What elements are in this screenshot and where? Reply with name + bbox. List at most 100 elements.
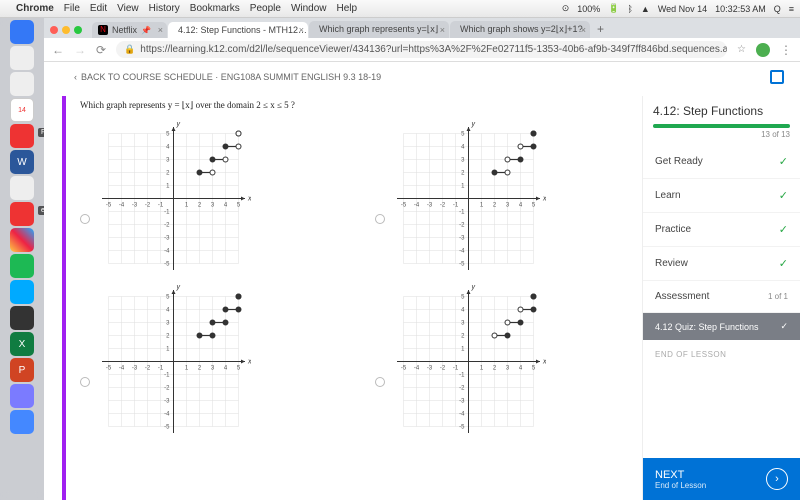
menu-window[interactable]: Window — [291, 3, 327, 14]
tab-step-functions[interactable]: 4.12: Step Functions - MTH12… × — [168, 22, 308, 38]
close-window-icon[interactable] — [50, 26, 58, 34]
sidebar-item-practice[interactable]: Practice ✓ — [643, 213, 800, 247]
check-icon: ✓ — [779, 223, 788, 236]
address-bar: ← → ⟳ 🔒 https://learning.k12.com/d2l/le/… — [44, 38, 800, 62]
maximize-window-icon[interactable] — [74, 26, 82, 34]
close-tab-icon[interactable]: × — [158, 25, 163, 35]
option-a[interactable]: -5-5-4-4-3-3-2-2-1-11122334455xy — [80, 121, 335, 276]
menu-icon[interactable]: ≡ — [789, 4, 794, 14]
menu-view[interactable]: View — [117, 3, 139, 14]
new-tab-button[interactable]: + — [591, 20, 610, 38]
minimize-window-icon[interactable] — [62, 26, 70, 34]
dock-cal-icon[interactable]: 14 — [10, 98, 34, 122]
url-text: https://learning.k12.com/d2l/le/sequence… — [140, 44, 727, 55]
url-field[interactable]: 🔒 https://learning.k12.com/d2l/le/sequen… — [116, 41, 727, 58]
svg-text:1: 1 — [480, 203, 484, 209]
graph-b: -5-5-4-4-3-3-2-2-1-11122334455xy — [391, 121, 546, 276]
mac-menubar: Chrome File Edit View History Bookmarks … — [0, 0, 800, 18]
svg-text:-2: -2 — [164, 223, 170, 229]
sidebar-item-review[interactable]: Review ✓ — [643, 247, 800, 281]
svg-text:-3: -3 — [459, 399, 465, 405]
dock-word-icon[interactable]: W — [10, 150, 34, 174]
svg-text:3: 3 — [461, 158, 465, 164]
option-b[interactable]: -5-5-4-4-3-3-2-2-1-11122334455xy — [375, 121, 630, 276]
sidebar-item-label: Practice — [655, 224, 691, 235]
dock-finder-icon[interactable] — [10, 20, 34, 44]
svg-text:2: 2 — [198, 203, 202, 209]
menu-people[interactable]: People — [250, 3, 281, 14]
menu-dots-icon[interactable]: ⋮ — [780, 43, 792, 57]
forward-button[interactable]: → — [74, 43, 86, 57]
tab-label: Which graph shows y=2⌊x⌋+1? — [460, 24, 583, 35]
radio-a[interactable] — [80, 214, 90, 224]
dock-app-icon[interactable] — [10, 384, 34, 408]
spotlight-icon[interactable]: Q — [774, 4, 781, 14]
dock-plan-icon[interactable]: ess Plan U 9-18.docx — [10, 202, 34, 226]
lock-icon: 🔒 — [124, 44, 135, 55]
next-button[interactable]: NEXT End of Lesson › — [643, 458, 800, 500]
radio-d[interactable] — [375, 377, 385, 387]
dock-mail-icon[interactable] — [10, 410, 34, 434]
dock-excel-icon[interactable]: X — [10, 332, 34, 356]
sidebar-item-learn[interactable]: Learn ✓ — [643, 179, 800, 213]
option-c[interactable]: -5-5-4-4-3-3-2-2-1-11122334455xy — [80, 284, 335, 439]
tab-netflix[interactable]: N Netflix 📌 × — [92, 22, 167, 38]
dock-fitness-icon[interactable]: Fitness Pl ST_ED.doc — [10, 124, 34, 148]
menu-edit[interactable]: Edit — [90, 3, 107, 14]
radio-b[interactable] — [375, 214, 385, 224]
svg-text:3: 3 — [211, 203, 215, 209]
tab-graph-1[interactable]: Which graph represents y=⌊x⌋ × — [309, 21, 449, 38]
next-label: NEXT — [655, 469, 684, 481]
menu-history[interactable]: History — [149, 3, 180, 14]
svg-text:-2: -2 — [440, 203, 446, 209]
menu-help[interactable]: Help — [337, 3, 358, 14]
svg-text:-3: -3 — [164, 399, 170, 405]
extension-icon[interactable] — [756, 43, 770, 57]
svg-text:-1: -1 — [459, 210, 465, 216]
dock-photos-icon[interactable] — [10, 228, 34, 252]
question-text: Which graph represents y = ⌊x⌋ over the … — [80, 100, 630, 111]
app-name[interactable]: Chrome — [16, 3, 54, 14]
svg-text:2: 2 — [493, 203, 497, 209]
svg-text:4: 4 — [166, 145, 170, 151]
wifi-icon[interactable]: ▲ — [641, 4, 650, 14]
maximize-icon[interactable] — [770, 70, 784, 84]
bluetooth-icon[interactable]: ᛒ — [627, 4, 632, 14]
svg-text:4: 4 — [519, 203, 523, 209]
svg-text:3: 3 — [506, 203, 510, 209]
sidebar-item-assessment[interactable]: Assessment 1 of 1 — [643, 281, 800, 313]
tab-graph-2[interactable]: Which graph shows y=2⌊x⌋+1? × — [450, 21, 590, 38]
svg-text:-3: -3 — [132, 203, 138, 209]
dock-spotify-icon[interactable] — [10, 254, 34, 278]
window-controls[interactable] — [50, 26, 82, 38]
close-tab-icon[interactable]: × — [581, 25, 586, 35]
screencast-icon[interactable]: ⊙ — [562, 3, 570, 14]
radio-c[interactable] — [80, 377, 90, 387]
dock-ppt-icon[interactable]: P — [10, 358, 34, 382]
close-tab-icon[interactable]: × — [299, 25, 304, 35]
dock-doc3-icon[interactable] — [10, 176, 34, 200]
back-to-schedule-link[interactable]: ‹ BACK TO COURSE SCHEDULE · ENG108A SUMM… — [74, 72, 381, 82]
pin-icon: 📌 — [141, 26, 151, 35]
menu-bookmarks[interactable]: Bookmarks — [190, 3, 240, 14]
svg-text:-3: -3 — [459, 236, 465, 242]
dock-doc2-icon[interactable] — [10, 72, 34, 96]
dock-safari-icon[interactable] — [10, 280, 34, 304]
reload-button[interactable]: ⟳ — [96, 43, 106, 57]
option-d[interactable]: -5-5-4-4-3-3-2-2-1-11122334455xy — [375, 284, 630, 439]
back-button[interactable]: ← — [52, 43, 64, 57]
menu-file[interactable]: File — [64, 3, 80, 14]
svg-text:-2: -2 — [145, 366, 151, 372]
svg-text:-2: -2 — [459, 386, 465, 392]
svg-text:y: y — [471, 121, 476, 128]
dock-terminal-icon[interactable] — [10, 306, 34, 330]
dock-doc-icon[interactable] — [10, 46, 34, 70]
sidebar-item-label: Get Ready — [655, 156, 703, 167]
battery-icon: 🔋 — [608, 3, 619, 14]
sidebar-item-get-ready[interactable]: Get Ready ✓ — [643, 145, 800, 179]
sidebar-quiz-item[interactable]: 4.12 Quiz: Step Functions ✓ — [643, 313, 800, 340]
svg-text:5: 5 — [532, 203, 536, 209]
svg-text:-5: -5 — [401, 203, 407, 209]
close-tab-icon[interactable]: × — [440, 25, 445, 35]
bookmark-star-icon[interactable]: ☆ — [737, 44, 746, 55]
